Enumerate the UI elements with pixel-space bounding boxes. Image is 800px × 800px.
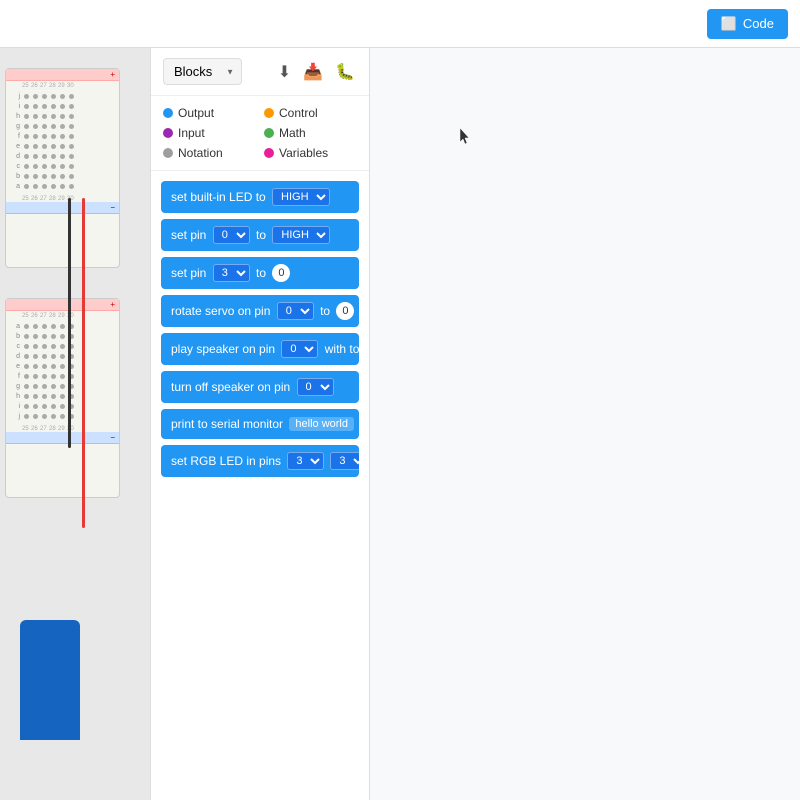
- rail-blue-top: −: [6, 202, 119, 214]
- legend-control: Control: [264, 106, 357, 120]
- math-label: Math: [279, 126, 306, 140]
- dots-area-top: j i h g f e d c b a: [6, 89, 119, 194]
- block-text: play speaker on pin: [171, 342, 278, 356]
- col-numbers-bottom: 25 26 27 28 29 30: [6, 194, 119, 202]
- control-dot: [264, 108, 274, 118]
- download-icon-button[interactable]: ⬇: [276, 60, 293, 84]
- servo-degrees: 0: [336, 302, 354, 320]
- serial-text-value: hello world: [289, 417, 354, 431]
- code-button-label: Code: [743, 16, 774, 31]
- rail-red-bottom: +: [6, 299, 119, 311]
- cursor: [460, 128, 468, 140]
- col-numbers-bottom3: 25 26 27 28 29 30: [6, 424, 119, 432]
- servo-pin-select[interactable]: 0123: [277, 302, 314, 320]
- debug-icon-button[interactable]: 🐛: [333, 60, 357, 84]
- block-turn-off-speaker[interactable]: turn off speaker on pin 012: [161, 371, 359, 403]
- block-text: set pin: [171, 228, 210, 242]
- pin-value: 0: [272, 264, 290, 282]
- block-text: to: [317, 304, 334, 318]
- legend-notation: Notation: [163, 146, 256, 160]
- input-dot: [163, 128, 173, 138]
- block-text: with tone: [321, 342, 359, 356]
- pin-select-2[interactable]: 3012: [213, 264, 250, 282]
- breadboard-top: + 25 26 27 28 29 30 j i h g f e d c b a …: [5, 68, 120, 268]
- block-print-serial[interactable]: print to serial monitor hello world wit: [161, 409, 359, 439]
- block-set-pin-value[interactable]: set pin 3012 to 0: [161, 257, 359, 289]
- block-text: set pin: [171, 266, 210, 280]
- col-numbers-top: 25 26 27 28 29 30: [6, 81, 119, 89]
- variables-label: Variables: [279, 146, 328, 160]
- rail-red-top: +: [6, 69, 119, 81]
- wire-red: [82, 198, 85, 528]
- block-play-speaker[interactable]: play speaker on pin 012 with tone 6: [161, 333, 359, 365]
- breadboard-bottom: + 25 26 27 28 29 30 a b c d e f g h i j …: [5, 298, 120, 498]
- upload-icon-button[interactable]: 📥: [301, 60, 325, 84]
- dots-area-bottom: a b c d e f g h i j: [6, 319, 119, 424]
- col-numbers-bottom2: 25 26 27 28 29 30: [6, 311, 119, 319]
- block-text: wit: [357, 417, 359, 431]
- block-text: to: [253, 228, 270, 242]
- blocks-header: Blocks ⬇ 📥 🐛: [151, 48, 369, 96]
- rgb-pin-select-2[interactable]: 3012: [330, 452, 359, 470]
- block-text: set built-in LED to: [171, 190, 269, 204]
- input-label: Input: [178, 126, 205, 140]
- breadboard-area: + 25 26 27 28 29 30 j i h g f e d c b a …: [0, 48, 150, 800]
- legend-input: Input: [163, 126, 256, 140]
- high-low-select-1[interactable]: HIGHLOW: [272, 226, 330, 244]
- variables-dot: [264, 148, 274, 158]
- rgb-pin-select-1[interactable]: 3012: [287, 452, 324, 470]
- output-label: Output: [178, 106, 214, 120]
- block-text: to: [253, 266, 270, 280]
- control-label: Control: [279, 106, 318, 120]
- block-text: rotate servo on pin: [171, 304, 274, 318]
- block-text: print to serial monitor: [171, 417, 286, 431]
- blocks-dropdown-wrapper[interactable]: Blocks: [163, 58, 242, 85]
- code-icon: ⬜: [721, 16, 737, 32]
- block-set-builtin-led[interactable]: set built-in LED to HIGHLOW: [161, 181, 359, 213]
- block-rotate-servo[interactable]: rotate servo on pin 0123 to 0 degr: [161, 295, 359, 327]
- builtin-led-select[interactable]: HIGHLOW: [272, 188, 330, 206]
- blocks-panel: Blocks ⬇ 📥 🐛 Output Control Input Math: [150, 48, 370, 800]
- speaker-pin-select[interactable]: 012: [281, 340, 318, 358]
- notation-dot: [163, 148, 173, 158]
- block-text: degr: [357, 304, 359, 318]
- legend-math: Math: [264, 126, 357, 140]
- blocks-dropdown[interactable]: Blocks: [163, 58, 242, 85]
- math-dot: [264, 128, 274, 138]
- pin-select-1[interactable]: 0123: [213, 226, 250, 244]
- output-dot: [163, 108, 173, 118]
- block-set-pin-high[interactable]: set pin 0123 to HIGHLOW: [161, 219, 359, 251]
- block-text: set RGB LED in pins: [171, 454, 284, 468]
- wire-black: [68, 198, 71, 448]
- notation-label: Notation: [178, 146, 223, 160]
- block-text: turn off speaker on pin: [171, 380, 294, 394]
- speaker-off-pin-select[interactable]: 012: [297, 378, 334, 396]
- block-set-rgb-led[interactable]: set RGB LED in pins 3012 3012 3: [161, 445, 359, 477]
- blocks-icons: ⬇ 📥 🐛: [276, 60, 357, 84]
- legend: Output Control Input Math Notation Varia…: [151, 96, 369, 171]
- workspace: [370, 48, 800, 800]
- rail-blue-bottom: −: [6, 432, 119, 444]
- code-button[interactable]: ⬜ Code: [707, 9, 788, 39]
- legend-output: Output: [163, 106, 256, 120]
- blocks-list: set built-in LED to HIGHLOW set pin 0123…: [151, 171, 369, 800]
- legend-variables: Variables: [264, 146, 357, 160]
- top-bar: ⬜ Code: [0, 0, 800, 48]
- blue-component: [20, 620, 80, 740]
